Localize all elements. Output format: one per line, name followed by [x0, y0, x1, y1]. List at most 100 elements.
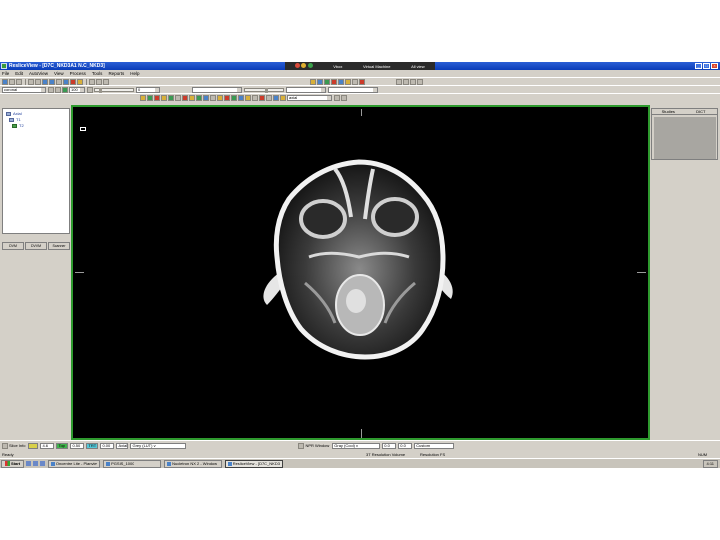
- print-icon[interactable]: [16, 78, 22, 85]
- menu-file[interactable]: File: [2, 71, 9, 76]
- slider-thumb[interactable]: [265, 87, 268, 93]
- window-level-icon[interactable]: [310, 78, 316, 85]
- grid-icon[interactable]: [338, 78, 344, 85]
- task-oncentre[interactable]: Oncentre Lite - Planview: [48, 459, 101, 468]
- export-icon[interactable]: [273, 94, 279, 101]
- status-field-value[interactable]: 4.6: [40, 442, 55, 449]
- pointer-icon[interactable]: [140, 94, 146, 101]
- tab-scanner[interactable]: Scanner: [48, 242, 70, 250]
- erase-icon[interactable]: [154, 94, 160, 101]
- quick-launch-desktop-icon[interactable]: [26, 461, 32, 466]
- status-field-thickness[interactable]: 0.50: [70, 442, 85, 449]
- slider-thumb[interactable]: [99, 87, 102, 93]
- status-field-trt[interactable]: TRT: [86, 442, 99, 449]
- camera-icon[interactable]: [280, 94, 286, 101]
- rotate-icon[interactable]: [63, 78, 69, 85]
- paste-icon[interactable]: [103, 78, 109, 85]
- menu-autoview[interactable]: AutoView: [29, 71, 48, 76]
- status-field-width[interactable]: 0.0: [398, 442, 413, 449]
- preset-combo[interactable]: [286, 86, 326, 93]
- zoom-in-icon[interactable]: [42, 78, 48, 85]
- contour-icon[interactable]: [324, 78, 330, 85]
- save-icon[interactable]: [9, 78, 15, 85]
- undo-icon[interactable]: [28, 78, 34, 85]
- overlay-icon[interactable]: [345, 78, 351, 85]
- menu-edit[interactable]: Edit: [15, 71, 23, 76]
- menu-help[interactable]: Help: [130, 71, 139, 76]
- window-icon[interactable]: [298, 442, 305, 449]
- fill-icon[interactable]: [168, 94, 174, 101]
- measure-icon[interactable]: [77, 78, 83, 85]
- rd-close-icon[interactable]: [295, 63, 301, 68]
- menu-tools[interactable]: Tools: [92, 71, 103, 76]
- tree-item-axial[interactable]: Axial: [6, 111, 22, 116]
- ruler-icon[interactable]: [189, 94, 195, 101]
- quick-launch-explorer-icon[interactable]: [40, 461, 46, 466]
- lock-icon[interactable]: [334, 94, 340, 101]
- start-button[interactable]: Start: [1, 459, 25, 468]
- maximize-button[interactable]: □: [703, 63, 710, 69]
- invert-icon[interactable]: [259, 94, 265, 101]
- tab-dict[interactable]: DICT: [685, 109, 718, 114]
- view-3-icon[interactable]: [410, 78, 416, 85]
- layer-icon[interactable]: [62, 86, 68, 93]
- brush-icon[interactable]: [161, 94, 167, 101]
- zoom-out-icon[interactable]: [49, 78, 55, 85]
- angle-icon[interactable]: [196, 94, 202, 101]
- filter-combo[interactable]: [192, 86, 242, 93]
- cut-icon[interactable]: [89, 78, 95, 85]
- status-field-plane[interactable]: Axial: [116, 442, 129, 449]
- image-viewport[interactable]: [71, 105, 650, 440]
- menu-view[interactable]: View: [54, 71, 64, 76]
- tree-item-t1[interactable]: T1: [9, 117, 21, 122]
- minimize-button[interactable]: _: [695, 63, 702, 69]
- fit-icon[interactable]: [87, 86, 93, 93]
- tree-item-t2[interactable]: T2: [12, 123, 24, 128]
- studies-thumbnail-area[interactable]: [654, 117, 716, 159]
- status-field-top[interactable]: Top: [56, 442, 69, 449]
- quick-launch-browser-icon[interactable]: [33, 461, 39, 466]
- view-2-icon[interactable]: [403, 78, 409, 85]
- slice-slider[interactable]: [94, 87, 134, 93]
- menu-process[interactable]: Process: [70, 71, 86, 76]
- marker-icon[interactable]: [331, 78, 337, 85]
- reset-icon[interactable]: [245, 94, 251, 101]
- stop-icon[interactable]: [70, 78, 76, 85]
- redo-icon[interactable]: [35, 78, 41, 85]
- rd-maximize-icon[interactable]: [307, 63, 313, 68]
- status-field-level[interactable]: 0.0: [382, 442, 397, 449]
- view-4-icon[interactable]: [417, 78, 423, 85]
- view-1-icon[interactable]: [396, 78, 402, 85]
- slice-info-icon[interactable]: [2, 442, 8, 449]
- layout-icon[interactable]: [317, 78, 323, 85]
- colormap-combo[interactable]: Gray (Cool) v: [332, 442, 381, 449]
- menu-reports[interactable]: Reports: [108, 71, 124, 76]
- view-combo[interactable]: coronal: [2, 86, 46, 93]
- bookmark-icon[interactable]: [224, 94, 230, 101]
- sync-icon[interactable]: [231, 94, 237, 101]
- preset-select[interactable]: Custom: [414, 442, 455, 449]
- open-icon[interactable]: [2, 78, 8, 85]
- annotate-icon[interactable]: [203, 94, 209, 101]
- crosshair-icon[interactable]: [210, 94, 216, 101]
- pan-icon[interactable]: [56, 78, 62, 85]
- link-icon[interactable]: [238, 94, 244, 101]
- series-combo[interactable]: [328, 86, 378, 93]
- copy-icon[interactable]: [96, 78, 102, 85]
- task-nucletron[interactable]: Nucletron NX 2 - Window: [164, 459, 223, 468]
- snapshot-icon[interactable]: [217, 94, 223, 101]
- contrast-slider[interactable]: [244, 87, 284, 93]
- flip-icon[interactable]: [252, 94, 258, 101]
- draw-icon[interactable]: [147, 94, 153, 101]
- tab-studies[interactable]: Studies: [652, 109, 685, 114]
- info-icon[interactable]: [266, 94, 272, 101]
- tab-dvm[interactable]: DVM: [2, 242, 24, 250]
- orientation-combo[interactable]: axial: [287, 94, 332, 101]
- lut-combo[interactable]: Grey (LUT) v: [130, 442, 187, 449]
- settings-icon[interactable]: [352, 78, 358, 85]
- target-icon[interactable]: [182, 94, 188, 101]
- help-icon[interactable]: [341, 94, 347, 101]
- rd-minimize-icon[interactable]: [301, 63, 307, 68]
- status-field-offset[interactable]: 0.00: [100, 442, 115, 449]
- status-field-color[interactable]: [28, 442, 39, 449]
